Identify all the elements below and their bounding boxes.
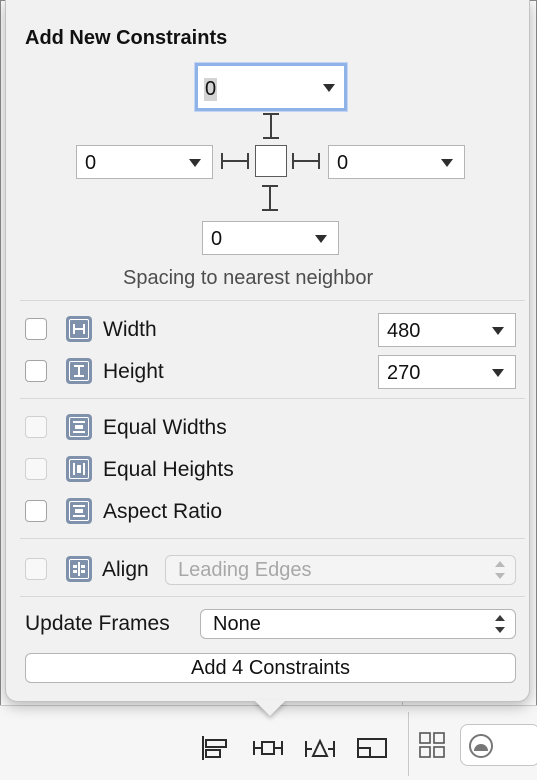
equal-heights-icon: [66, 456, 92, 482]
height-value: 270: [387, 362, 421, 384]
size-class-icon: [469, 734, 493, 758]
aspect-ratio-label: Aspect Ratio: [103, 500, 223, 523]
separator: [20, 596, 525, 597]
width-value: 480: [387, 320, 421, 342]
aspect-ratio-checkbox[interactable]: [25, 500, 47, 522]
chevron-down-icon[interactable]: [189, 159, 201, 167]
spacing-top-value: 0: [204, 78, 218, 101]
update-frames-select[interactable]: None: [200, 609, 516, 639]
separator: [20, 398, 525, 399]
spacing-caption: Spacing to nearest neighbor: [123, 267, 374, 289]
spacing-right-field[interactable]: 0: [328, 145, 465, 179]
chevron-down-icon[interactable]: [315, 235, 327, 243]
spacing-bottom-field[interactable]: 0: [202, 221, 339, 255]
resizing-behavior-icon[interactable]: [354, 733, 390, 763]
align-label: Align: [102, 558, 149, 581]
resolve-issues-icon[interactable]: [302, 733, 338, 763]
height-icon: [66, 358, 92, 384]
pin-icon[interactable]: [250, 733, 286, 763]
spacing-top-field[interactable]: 0: [195, 63, 347, 111]
spacing-right-value: 0: [337, 152, 349, 174]
updown-icon: [495, 615, 505, 633]
add-constraints-button[interactable]: Add 4 Constraints: [25, 653, 516, 683]
separator: [20, 538, 525, 539]
selected-view-box: [255, 145, 287, 177]
align-icon: [66, 556, 92, 582]
height-label: Height: [103, 360, 164, 383]
popover-title: Add New Constraints: [25, 27, 228, 49]
chevron-down-icon[interactable]: [492, 327, 504, 335]
spacing-bottom-value: 0: [211, 228, 223, 250]
width-checkbox[interactable]: [25, 318, 47, 340]
equal-heights-checkbox[interactable]: [25, 458, 47, 480]
align-select-value: Leading Edges: [178, 559, 312, 581]
equal-widths-label: Equal Widths: [103, 416, 227, 439]
aspect-ratio-icon: [66, 498, 92, 524]
update-frames-value: None: [213, 613, 261, 635]
grid-icon[interactable]: [415, 730, 451, 760]
align-select[interactable]: Leading Edges: [165, 555, 516, 585]
height-value-field[interactable]: 270: [378, 355, 516, 389]
chevron-down-icon[interactable]: [441, 159, 453, 167]
width-icon: [66, 316, 92, 342]
chevron-down-icon[interactable]: [492, 369, 504, 377]
equal-widths-icon: [66, 414, 92, 440]
bottom-bar-divider: [408, 712, 409, 776]
spacing-left-field[interactable]: 0: [76, 145, 213, 179]
width-label: Width: [103, 318, 157, 341]
align-checkbox[interactable]: [25, 558, 47, 580]
equal-widths-checkbox[interactable]: [25, 416, 47, 438]
spacing-left-value: 0: [85, 152, 97, 174]
width-value-field[interactable]: 480: [378, 313, 516, 347]
equal-heights-label: Equal Heights: [103, 458, 234, 481]
chevron-down-icon[interactable]: [323, 84, 335, 92]
updown-icon: [495, 561, 505, 579]
separator: [20, 300, 525, 301]
height-checkbox[interactable]: [25, 360, 47, 382]
size-class-control[interactable]: [460, 724, 537, 766]
align-icon[interactable]: [198, 733, 234, 763]
popover-arrow: [254, 700, 286, 716]
update-frames-label: Update Frames: [25, 612, 170, 635]
